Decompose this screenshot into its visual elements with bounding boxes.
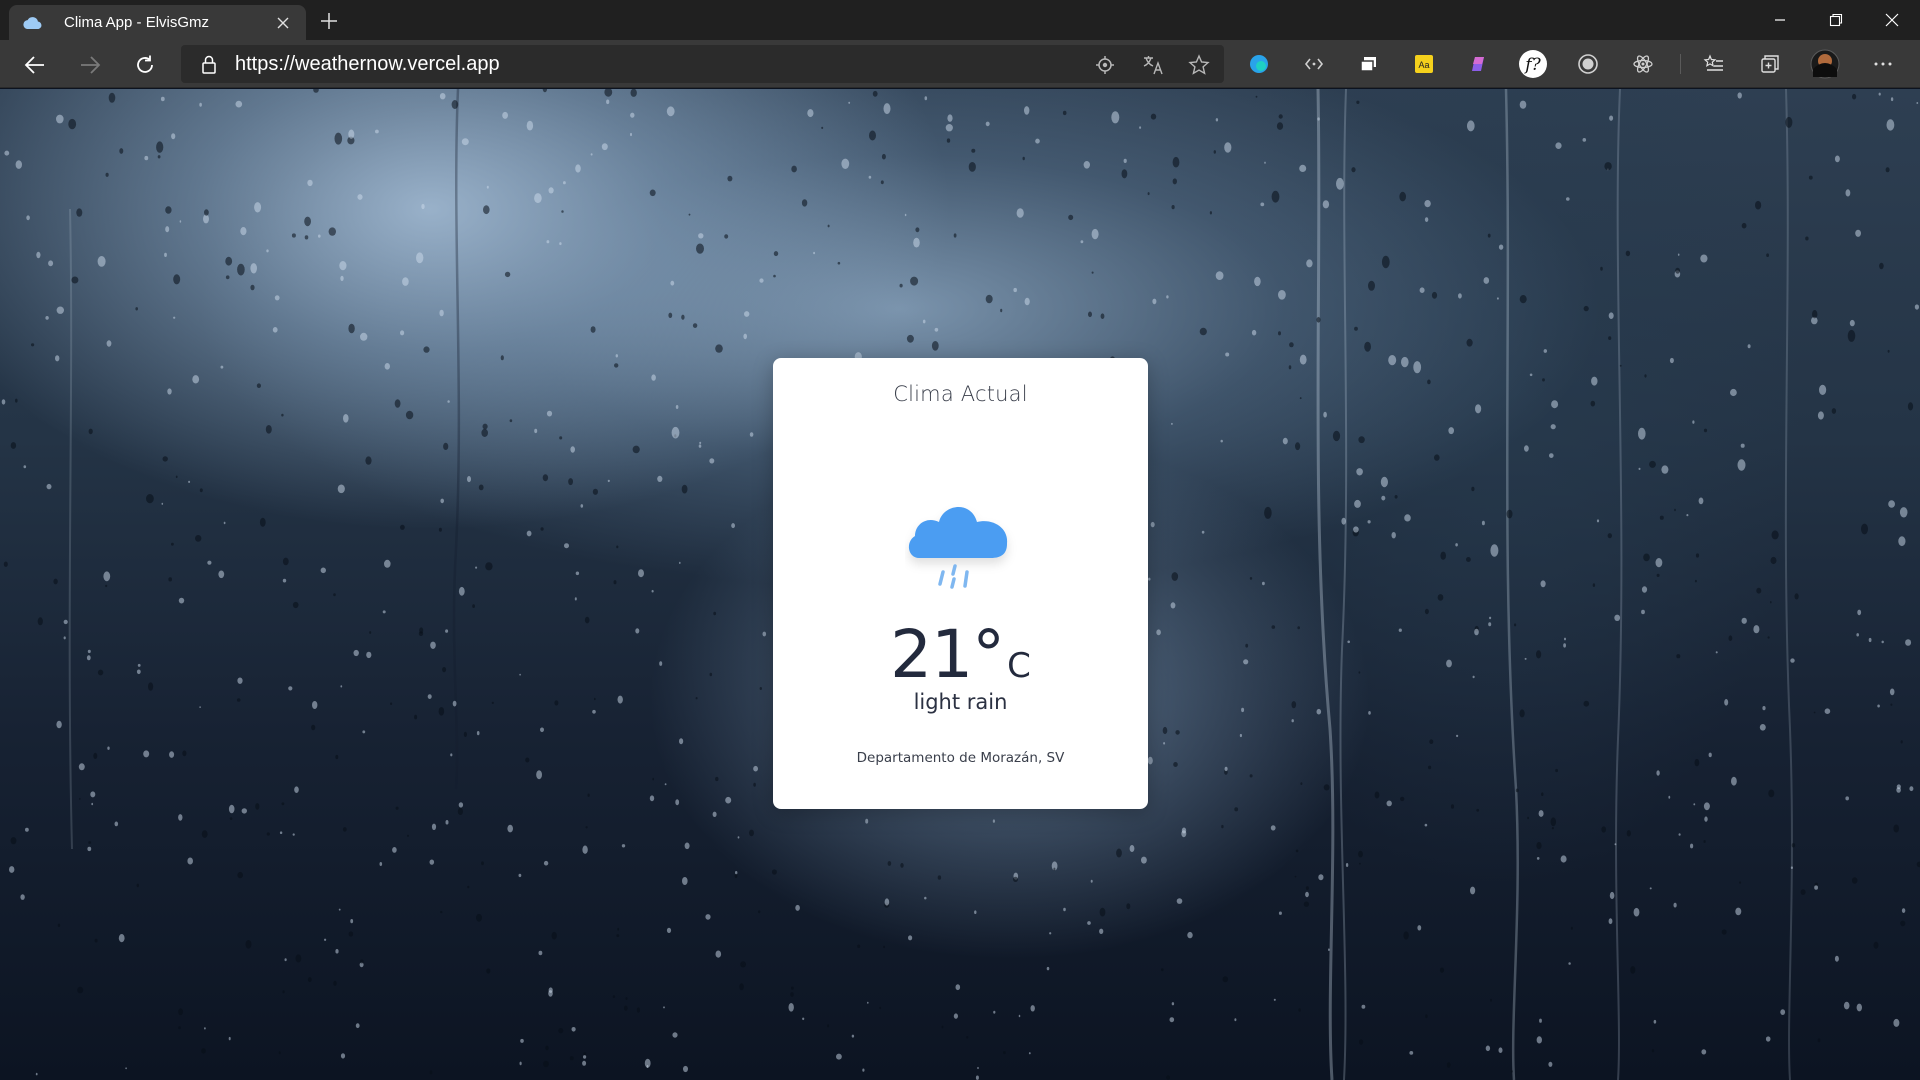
profile-avatar-icon[interactable] [1810,49,1840,79]
minimize-icon[interactable] [1752,0,1808,40]
browser-toolbar: https://weathernow.vercel.app Aa f? [0,40,1920,88]
weather-description: light rain [913,690,1008,714]
temperature-unit: C [1007,646,1031,686]
code-icon[interactable] [1299,49,1329,79]
rain-cloud-icon [905,486,1017,596]
close-tab-icon[interactable] [272,12,294,34]
location-icon[interactable] [1091,51,1119,79]
restore-icon[interactable] [1808,0,1864,40]
back-arrow-icon[interactable] [18,48,52,82]
dictionary-icon[interactable]: Aa [1409,49,1439,79]
card-title: Clima Actual [893,382,1028,406]
degree-symbol: ° [972,616,1006,693]
star-favorite-icon[interactable] [1185,51,1213,79]
svg-text:Aa: Aa [1418,60,1429,70]
browser-tab[interactable]: Clima App - ElvisGmz [9,5,306,40]
svg-text:f?: f? [1523,55,1541,75]
font-finder-icon[interactable]: f? [1518,49,1548,79]
address-bar[interactable]: https://weathernow.vercel.app [181,45,1224,83]
edge-browser-icon[interactable] [1244,49,1274,79]
tab-title: Clima App - ElvisGmz [64,14,210,31]
atom-icon[interactable] [1628,49,1658,79]
lock-icon[interactable] [199,54,219,74]
title-bar: Clima App - ElvisGmz [0,0,1920,40]
refresh-icon[interactable] [128,48,162,82]
url-text[interactable]: https://weathernow.vercel.app [235,53,500,76]
record-icon[interactable] [1573,49,1603,79]
temperature: 21 ° C [773,616,1148,693]
location-label: Departamento de Morazán, SV [856,750,1065,766]
weather-card: Clima Actual 21 ° C light rain Departame… [773,358,1148,809]
more-options-icon[interactable] [1868,49,1898,79]
copilot-icon[interactable] [1463,49,1493,79]
collections-icon[interactable] [1755,49,1785,79]
forward-arrow-icon[interactable] [73,48,107,82]
window-icon[interactable] [1354,49,1384,79]
temperature-value: 21 [890,616,973,693]
close-window-icon[interactable] [1864,0,1920,40]
rainy-window-background: Clima Actual 21 ° C light rain Departame… [0,89,1920,1080]
toolbar-separator [1680,54,1681,74]
favorites-list-icon[interactable] [1699,49,1729,79]
cloud-favicon-icon [22,15,46,31]
new-tab-icon[interactable] [316,8,342,34]
translate-icon[interactable] [1139,51,1167,79]
